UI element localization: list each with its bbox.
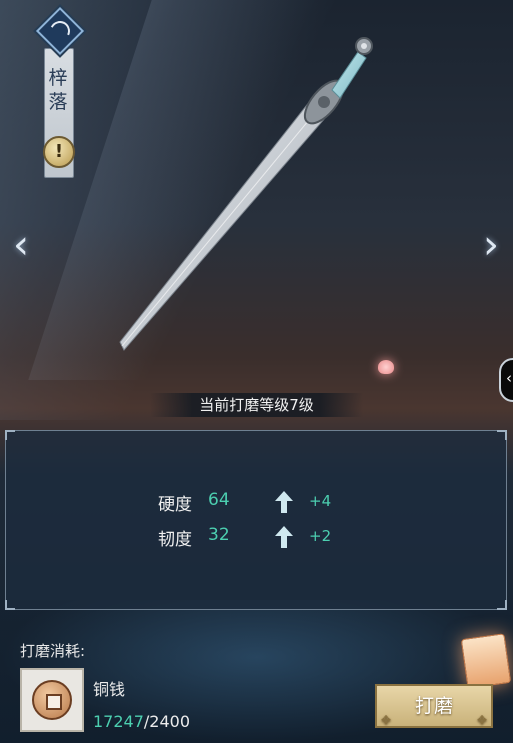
up-arrow-icon	[275, 526, 293, 548]
button-ornament-right: ✥	[476, 713, 487, 727]
required-amount: /2400	[143, 712, 191, 731]
cost-item-count: 17247/2400	[93, 712, 190, 731]
owned-amount: 17247	[93, 712, 144, 731]
grind-level-label: 当前打磨等级7级	[199, 396, 314, 414]
stat-increase: +4	[309, 492, 332, 510]
copper-coin-icon	[32, 680, 72, 720]
side-tab-chevron-icon: ‹	[506, 369, 512, 387]
next-weapon-arrow-icon[interactable]: ›	[476, 222, 506, 268]
cost-label: 打磨消耗:	[20, 642, 86, 660]
prev-weapon-arrow-icon[interactable]: ‹	[6, 222, 36, 268]
side-panel-tab[interactable]: ‹	[499, 358, 513, 402]
panel-corner-ornament	[5, 430, 15, 440]
up-arrow-icon	[275, 491, 293, 513]
panel-corner-ornament	[497, 600, 507, 610]
sword-illustration	[119, 37, 373, 351]
exclamation-icon[interactable]: !	[43, 136, 75, 168]
stat-increase: +2	[309, 527, 332, 545]
button-ornament-left: ✥	[381, 713, 392, 727]
stat-value: 64	[208, 490, 230, 510]
character-banner[interactable]: 梓落 !	[35, 6, 85, 178]
grind-button[interactable]: ✥ 打磨 ✥	[375, 684, 493, 728]
stats-panel	[5, 430, 507, 610]
stat-label: 硬度	[158, 495, 192, 515]
character-name: 梓落	[48, 67, 68, 113]
stat-value: 32	[208, 525, 230, 545]
lotus-lantern-decoration	[378, 360, 394, 374]
coin-square-hole	[46, 694, 62, 710]
cost-item-slot[interactable]	[20, 668, 84, 732]
panel-corner-ornament	[497, 430, 507, 440]
cost-item-name: 铜钱	[93, 680, 126, 699]
lantern-decoration	[460, 633, 512, 689]
grind-button-label: 打磨	[414, 695, 453, 717]
stat-label: 韧度	[158, 530, 192, 550]
panel-corner-ornament	[5, 600, 15, 610]
